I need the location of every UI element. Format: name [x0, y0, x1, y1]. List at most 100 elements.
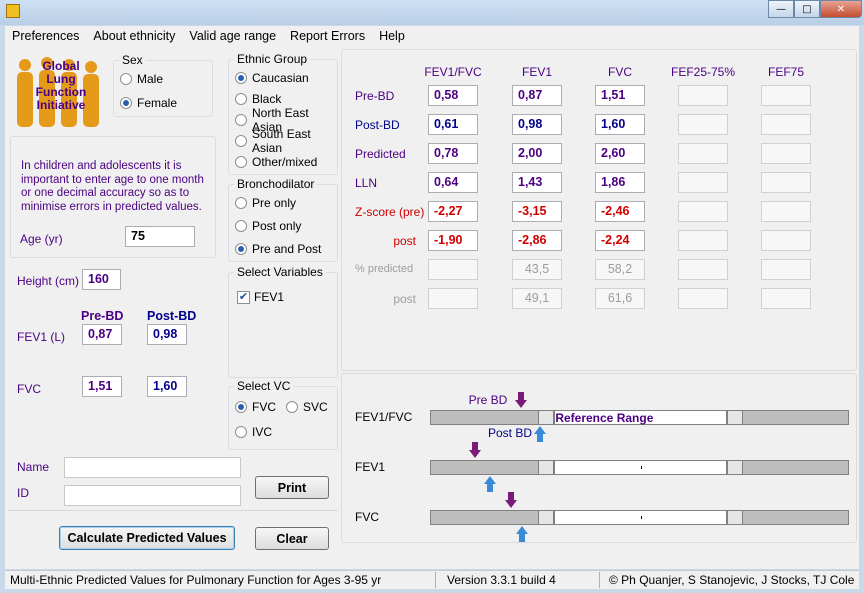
row-label-4: Z-score (pre): [355, 205, 425, 219]
result-cell: [678, 143, 728, 164]
ethnic-group-title: Ethnic Group: [234, 52, 311, 66]
menu-about-ethnicity[interactable]: About ethnicity: [93, 29, 175, 43]
result-cell: -1,90: [428, 230, 478, 251]
broncho-pre-post-radio[interactable]: Pre and Post: [235, 241, 321, 257]
post-bd-legend: Post BD: [487, 426, 532, 440]
select-vc-title: Select VC: [234, 379, 294, 393]
menu-report-errors[interactable]: Report Errors: [290, 29, 365, 43]
result-cell: 0,98: [512, 114, 562, 135]
clear-button[interactable]: Clear: [255, 527, 329, 550]
height-input[interactable]: 160: [82, 269, 121, 290]
age-input[interactable]: 75: [125, 226, 195, 247]
col-header-2: FVC: [608, 65, 632, 79]
close-icon[interactable]: ✕: [820, 0, 862, 18]
fev1-post-input[interactable]: 0,98: [147, 324, 187, 345]
ethnic-se-asian-label: South East Asian: [252, 127, 311, 155]
fev1-pre-input[interactable]: 0,87: [82, 324, 122, 345]
zero-marker: [640, 466, 642, 469]
col-header-0: FEV1/FVC: [424, 65, 482, 79]
menu-bar: Preferences About ethnicity Valid age ra…: [5, 26, 859, 45]
row-label-2: Predicted: [355, 147, 406, 161]
row-label-7: post: [393, 292, 416, 306]
print-button[interactable]: Print: [255, 476, 329, 499]
radio-icon: [235, 426, 247, 438]
col-header-1: FEV1: [521, 65, 552, 79]
ethnic-group: Ethnic Group Caucasian Black North East …: [228, 52, 338, 175]
result-cell: [761, 114, 811, 135]
id-input[interactable]: [64, 485, 241, 506]
col-header-4: FEF75: [767, 65, 804, 79]
menu-help[interactable]: Help: [379, 29, 405, 43]
ethnic-se-asian-radio[interactable]: South East Asian: [235, 127, 337, 155]
ethnic-caucasian-radio[interactable]: Caucasian: [235, 70, 309, 86]
result-cell: -2,86: [512, 230, 562, 251]
radio-icon: [235, 220, 247, 232]
reference-range-segment: [726, 411, 744, 424]
reference-range-segment: [537, 461, 555, 474]
result-cell: [678, 85, 728, 106]
post-bd-header: Post-BD: [147, 309, 197, 323]
vc-fvc-radio[interactable]: FVC: [235, 399, 276, 415]
menu-preferences[interactable]: Preferences: [12, 29, 79, 43]
maximize-icon[interactable]: □: [794, 0, 820, 18]
result-cell: 2,60: [595, 143, 645, 164]
result-cell: 0,87: [512, 85, 562, 106]
id-label: ID: [17, 486, 29, 500]
ethnic-black-radio[interactable]: Black: [235, 91, 281, 107]
vc-ivc-label: IVC: [252, 425, 273, 439]
sex-male-radio[interactable]: Male: [120, 71, 163, 87]
results-panel: FEV1/FVC FEV1 FVC FEF25-75% FEF75 Pre-BD 0,58 0…: [341, 49, 857, 371]
status-description: Multi-Ethnic Predicted Values for Pulmon…: [10, 573, 382, 587]
bronchodilator-group-title: Bronchodilator: [234, 177, 318, 191]
fvc-label: FVC: [17, 382, 41, 396]
post-bd-arrow-icon: [533, 426, 546, 445]
age-label: Age (yr): [20, 232, 63, 246]
radio-checked-icon: [235, 243, 247, 255]
sex-male-label: Male: [137, 72, 164, 86]
minimize-icon[interactable]: —: [768, 0, 794, 18]
pre-bd-arrow-icon: [504, 492, 517, 511]
app-icon: [6, 4, 20, 18]
result-cell: [761, 230, 811, 251]
zero-marker: [640, 516, 642, 519]
post-bd-arrow-icon: [483, 476, 496, 495]
result-cell: 0,58: [428, 85, 478, 106]
result-cell: -3,15: [512, 201, 562, 222]
radio-checked-icon: [235, 401, 247, 413]
pre-bd-header: Pre-BD: [81, 309, 124, 323]
menu-valid-age-range[interactable]: Valid age range: [189, 29, 276, 43]
select-vc-group: Select VC FVC SVC IVC: [228, 379, 338, 450]
divider: [8, 510, 338, 511]
reference-range-label: Reference Range: [555, 411, 654, 425]
pre-bd-arrow-icon: [468, 442, 481, 461]
name-input[interactable]: [64, 457, 241, 478]
ethnic-ne-asian-radio[interactable]: North East Asian: [235, 106, 337, 134]
ethnic-other-radio[interactable]: Other/mixed: [235, 154, 317, 170]
result-cell: 61,6: [595, 288, 645, 309]
vc-ivc-radio[interactable]: IVC: [235, 424, 272, 440]
reference-range-segment: [537, 511, 555, 524]
broncho-post-only-radio[interactable]: Post only: [235, 218, 301, 234]
broncho-pre-only-radio[interactable]: Pre only: [235, 195, 296, 211]
fev1-checkbox[interactable]: ✔ FEV1: [237, 289, 284, 305]
logo-line4: Initiative: [36, 98, 86, 112]
pre-bd-arrow-icon: [514, 392, 527, 411]
ethnic-other-label: Other/mixed: [252, 155, 318, 169]
result-cell: -2,24: [595, 230, 645, 251]
sex-female-radio[interactable]: Female: [120, 95, 177, 111]
result-cell: 0,61: [428, 114, 478, 135]
radio-checked-icon: [120, 97, 132, 109]
result-cell: [428, 259, 478, 280]
result-cell: [678, 114, 728, 135]
fvc-post-input[interactable]: 1,60: [147, 376, 187, 397]
fvc-pre-input[interactable]: 1,51: [82, 376, 122, 397]
broncho-pre-post-label: Pre and Post: [252, 242, 322, 256]
reference-range-segment: [726, 461, 744, 474]
vc-svc-radio[interactable]: SVC: [286, 399, 328, 415]
reference-range-segment: [537, 411, 555, 424]
age-panel: In children and adolescents it is import…: [10, 136, 216, 258]
row-label-3: LLN: [355, 176, 378, 190]
calculate-button[interactable]: Calculate Predicted Values: [59, 526, 235, 550]
radio-icon: [235, 135, 247, 147]
graph-label-0: FEV1/FVC: [355, 410, 413, 424]
